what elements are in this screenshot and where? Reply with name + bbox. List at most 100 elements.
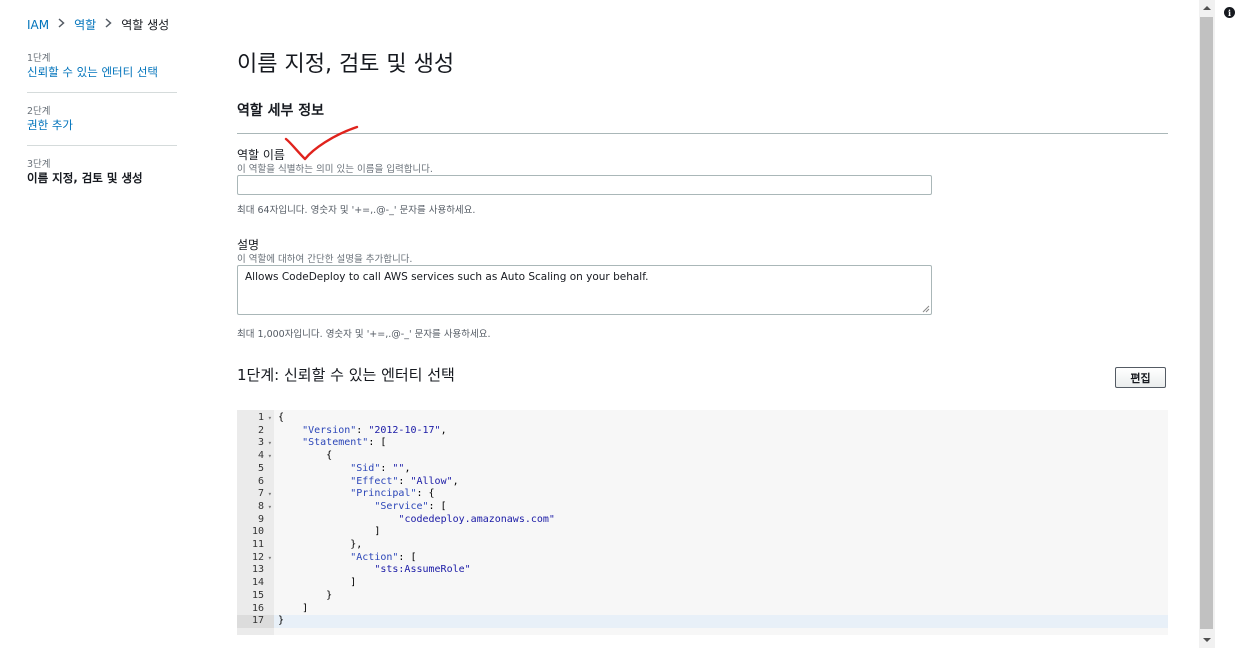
- line-number-cell: 1 ▾: [237, 412, 274, 425]
- breadcrumb-roles-link[interactable]: 역할: [74, 16, 96, 33]
- code-line[interactable]: 10 ]: [237, 526, 1168, 539]
- line-number: 8: [257, 500, 264, 512]
- line-number: 1: [257, 412, 264, 423]
- code-text: {: [278, 412, 285, 423]
- line-number-cell: 4 ▾: [237, 450, 274, 463]
- line-number-cell: 17: [237, 615, 274, 628]
- code-line[interactable]: 7 ▾ "Principal": {: [237, 488, 1168, 501]
- line-number: 3: [257, 437, 264, 449]
- line-number-cell: 14: [237, 577, 274, 590]
- fold-arrow-icon[interactable]: ▾: [268, 412, 272, 425]
- code-line[interactable]: 12 ▾ "Action": [: [237, 552, 1168, 565]
- code-text: "codedeploy.amazonaws.com": [398, 513, 555, 525]
- wizard-step-3: 3단계 이름 지정, 검토 및 생성: [27, 159, 177, 198]
- code-text: "sts:AssumeRole": [374, 564, 471, 576]
- line-number-cell: 9: [237, 514, 274, 527]
- breadcrumb-current: 역할 생성: [121, 18, 170, 32]
- wizard-step-2[interactable]: 2단계 권한 추가: [27, 106, 177, 146]
- code-line[interactable]: 13 "sts:AssumeRole": [237, 564, 1168, 577]
- line-number: 5: [257, 462, 264, 474]
- step-number: 1단계: [27, 53, 51, 64]
- wizard-steps: 1단계 신뢰할 수 있는 엔터티 선택 2단계 권한 추가 3단계 이름 지정,…: [27, 53, 177, 211]
- code-text: ]: [278, 602, 309, 614]
- step-title[interactable]: 권한 추가: [27, 118, 177, 133]
- code-line[interactable]: 4 ▾ {: [237, 450, 1168, 463]
- line-number-cell: 2: [237, 425, 274, 438]
- trust-policy-editor[interactable]: 1 ▾{2 "Version": "2012-10-17", 3 ▾ "Stateme…: [237, 410, 1168, 635]
- line-number-cell: 7 ▾: [237, 488, 274, 501]
- line-number-cell: 16: [237, 603, 274, 616]
- line-number-cell: 10: [237, 526, 274, 539]
- line-number: 14: [251, 577, 264, 589]
- code-line[interactable]: 6 "Effect": "Allow",: [237, 476, 1168, 489]
- description-text: Allows CodeDeploy to call AWS services s…: [245, 271, 649, 283]
- checkmark-annotation-icon: [284, 125, 359, 161]
- line-number: 13: [251, 564, 264, 576]
- line-number-cell: 13: [237, 564, 274, 577]
- role-details-header: 역할 세부 정보: [237, 100, 1168, 134]
- fold-arrow-icon[interactable]: ▾: [268, 501, 272, 514]
- line-number: 16: [251, 602, 264, 614]
- line-number-cell: 8 ▾: [237, 501, 274, 514]
- code-line[interactable]: 8 ▾ "Service": [: [237, 501, 1168, 514]
- breadcrumb-iam-link[interactable]: IAM: [27, 18, 49, 32]
- line-number-cell: 15: [237, 590, 274, 603]
- line-number: 10: [251, 526, 264, 538]
- line-number-cell: 11: [237, 539, 274, 552]
- description-description: 이 역할에 대하여 간단한 설명을 추가합니다.: [237, 254, 413, 265]
- code-text: "Service": [: [374, 500, 447, 512]
- step-number: 2단계: [27, 106, 51, 117]
- wizard-step-1[interactable]: 1단계 신뢰할 수 있는 엔터티 선택: [27, 53, 177, 93]
- chevron-right-icon: [105, 17, 112, 32]
- code-text: "Principal": {: [350, 488, 435, 500]
- code-line[interactable]: 11 },: [237, 539, 1168, 552]
- code-line[interactable]: 17}: [237, 615, 1168, 628]
- step-title[interactable]: 신뢰할 수 있는 엔터티 선택: [27, 65, 177, 80]
- line-number: 11: [251, 539, 264, 550]
- line-number-cell: 3 ▾: [237, 437, 274, 450]
- fold-arrow-icon[interactable]: ▾: [268, 450, 272, 463]
- description-hint: 최대 1,000자입니다. 영숫자 및 '+=,.@-_' 문자를 사용하세요.: [237, 329, 491, 340]
- description-textarea[interactable]: Allows CodeDeploy to call AWS services s…: [237, 265, 932, 315]
- code-line[interactable]: 5 "Sid": "",: [237, 463, 1168, 476]
- code-text: }: [278, 589, 333, 601]
- fold-arrow-icon[interactable]: ▾: [268, 437, 272, 450]
- code-line[interactable]: 16 ]: [237, 603, 1168, 616]
- scroll-up-arrow-icon[interactable]: [1199, 0, 1215, 16]
- trust-entity-section-title: 1단계: 신뢰할 수 있는 엔터티 선택: [237, 366, 455, 384]
- code-line[interactable]: 1 ▾{: [237, 412, 1168, 425]
- step-number: 3단계: [27, 159, 51, 170]
- chevron-right-icon: [58, 17, 65, 32]
- code-text: {: [278, 450, 333, 462]
- fold-arrow-icon[interactable]: ▾: [268, 552, 272, 565]
- line-number: 9: [257, 513, 264, 525]
- code-text: "Action": [: [350, 551, 417, 563]
- line-number: 12: [251, 551, 264, 563]
- code-text: "Sid": "",: [350, 462, 411, 474]
- code-text: "Statement": [: [302, 437, 387, 449]
- code-text: ]: [278, 577, 357, 589]
- line-number: 7: [257, 488, 264, 500]
- edit-button[interactable]: 편집: [1115, 367, 1166, 388]
- page-title: 이름 지정, 검토 및 생성: [237, 52, 455, 77]
- line-number: 4: [257, 450, 264, 462]
- role-name-input[interactable]: [237, 175, 932, 195]
- line-number: 17: [251, 615, 264, 627]
- code-line[interactable]: 3 ▾ "Statement": [: [237, 437, 1168, 450]
- line-number-cell: 6: [237, 476, 274, 489]
- scroll-down-arrow-icon[interactable]: [1199, 632, 1215, 648]
- code-line[interactable]: 15 }: [237, 590, 1168, 603]
- scrollbar-thumb[interactable]: [1200, 17, 1213, 629]
- step-title: 이름 지정, 검토 및 생성: [27, 171, 143, 185]
- code-line[interactable]: 9 "codedeploy.amazonaws.com": [237, 514, 1168, 527]
- info-icon[interactable]: i: [1224, 7, 1235, 18]
- resize-grip-icon[interactable]: [922, 305, 930, 313]
- page-scrollbar[interactable]: [1199, 0, 1215, 648]
- line-number-cell: 12 ▾: [237, 552, 274, 565]
- code-line[interactable]: 14 ]: [237, 577, 1168, 590]
- breadcrumb: IAM 역할 역할 생성: [27, 16, 169, 33]
- code-text: }: [278, 615, 285, 627]
- code-text: ]: [278, 526, 381, 538]
- fold-arrow-icon[interactable]: ▾: [268, 488, 272, 501]
- code-line[interactable]: 2 "Version": "2012-10-17",: [237, 425, 1168, 438]
